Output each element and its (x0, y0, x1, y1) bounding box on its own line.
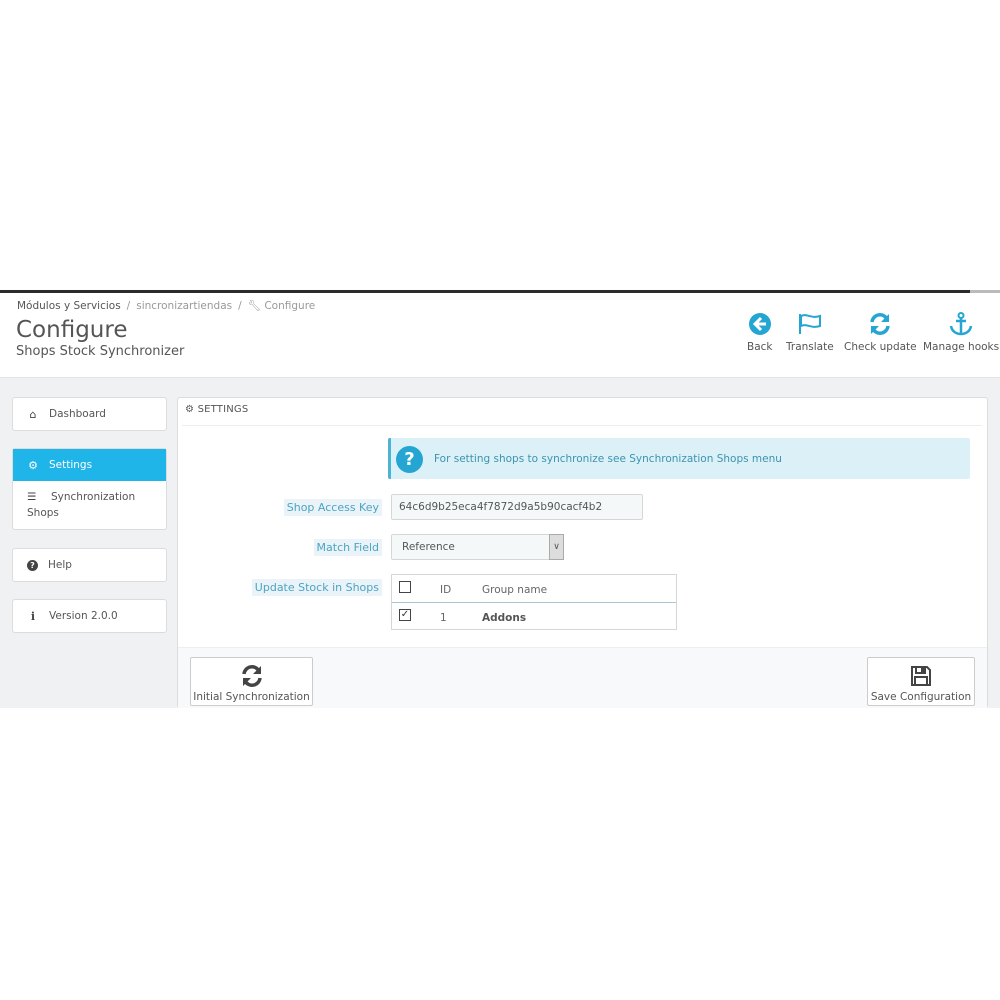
refresh-icon (870, 313, 891, 335)
question-icon: ? (396, 446, 423, 473)
table-header: ID Group name (392, 575, 676, 603)
panel-title-text: SETTINGS (197, 404, 249, 415)
back-label: Back (747, 341, 773, 353)
sidebar-settings-card: ⚙ Settings ☰ Synchronization Shops (12, 448, 167, 530)
sidebar-item-label: Help (48, 559, 72, 571)
sidebar-item-version: i Version 2.0.0 (13, 600, 166, 632)
initial-sync-label: Initial Synchronization (193, 691, 310, 703)
save-icon (911, 666, 931, 686)
row-checkbox[interactable]: ✓ (399, 609, 411, 621)
page-title: Configure (16, 317, 128, 343)
divider (182, 425, 982, 426)
sidebar-item-dashboard[interactable]: ⌂ Dashboard (13, 398, 166, 430)
sidebar-item-sync-shops[interactable]: ☰ Synchronization Shops (13, 481, 166, 529)
column-header-name: Group name (482, 584, 548, 596)
shops-table: ID Group name ✓ 1 Addons (391, 574, 677, 630)
sidebar-item-label: Dashboard (49, 408, 106, 420)
save-label: Save Configuration (870, 691, 972, 703)
flag-icon (798, 314, 821, 334)
select-all-checkbox[interactable] (399, 581, 411, 593)
breadcrumb-module[interactable]: sincronizartiendas (136, 300, 232, 312)
row-name: Addons (482, 612, 527, 624)
alert-text: For setting shops to synchronize see Syn… (434, 453, 782, 465)
manage-hooks-button[interactable]: Manage hooks (923, 312, 999, 353)
panel-title: ⚙ SETTINGS (185, 404, 248, 415)
match-field-label: Match Field (313, 539, 382, 556)
version-label: Version 2.0.0 (49, 610, 118, 622)
check-update-button[interactable]: Check update (844, 312, 917, 353)
translate-label: Translate (786, 341, 834, 353)
row-id: 1 (440, 612, 447, 624)
info-icon: i (30, 609, 36, 623)
refresh-icon (241, 665, 262, 687)
manage-hooks-label: Manage hooks (923, 341, 1000, 353)
sidebar-version-card: i Version 2.0.0 (12, 599, 167, 633)
chevron-down-icon: ∨ (549, 534, 564, 560)
sidebar-item-help[interactable]: ? Help (13, 549, 166, 581)
initial-synchronization-button[interactable]: Initial Synchronization (190, 657, 313, 706)
gear-icon: ⚙ (185, 404, 195, 415)
check-update-label: Check update (844, 341, 917, 353)
anchor-icon (949, 312, 973, 336)
question-circle-icon: ? (27, 559, 38, 571)
breadcrumb-current: Configure (264, 300, 316, 312)
sidebar-item-label: Settings (49, 459, 93, 471)
save-configuration-button[interactable]: Save Configuration (867, 657, 975, 706)
home-icon: ⌂ (29, 407, 37, 421)
match-field-value: Reference (402, 541, 455, 553)
shop-access-key-input[interactable]: 64c6d9b25eca4f7872d9a5b90cacf4b2 (391, 494, 643, 520)
sidebar-dashboard-card: ⌂ Dashboard (12, 397, 167, 431)
table-row: ✓ 1 Addons (392, 603, 676, 631)
sidebar-item-settings[interactable]: ⚙ Settings (13, 449, 166, 481)
breadcrumb: Módulos y Servicios / sincronizartiendas / 🔧… (17, 300, 316, 312)
cogs-icon: ⚙ (28, 458, 38, 472)
match-field-select[interactable]: Reference ∨ (391, 534, 564, 560)
sidebar-item-label: Synchronization Shops (27, 491, 136, 519)
back-button[interactable]: Back (747, 312, 773, 353)
page-subtitle: Shops Stock Synchronizer (16, 344, 185, 359)
breadcrumb-modules[interactable]: Módulos y Servicios (17, 300, 121, 312)
shop-access-key-label: Shop Access Key (283, 499, 382, 516)
column-header-id: ID (440, 584, 452, 596)
arrow-left-circle-icon (748, 313, 771, 335)
list-icon: ☰ (27, 491, 37, 503)
wrench-icon: 🔧︎ (247, 300, 261, 312)
sidebar-help-card: ? Help (12, 548, 167, 582)
translate-button[interactable]: Translate (786, 312, 834, 353)
update-stock-label: Update Stock in Shops (251, 579, 382, 596)
